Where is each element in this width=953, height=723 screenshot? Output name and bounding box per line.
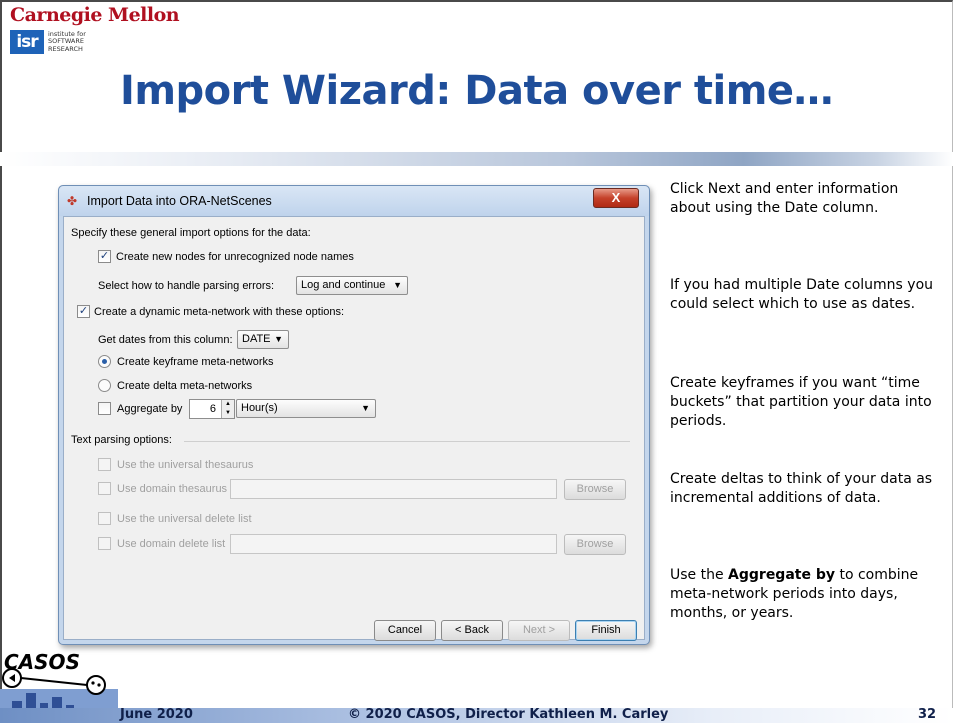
universal-thesaurus-checkbox[interactable] [98,458,111,471]
note-keyframes: Create keyframes if you want “time bucke… [670,375,932,429]
note-aggregate-bold: Aggregate by [728,567,835,583]
chevron-down-icon: ▼ [274,334,283,344]
finish-button[interactable]: Finish [575,620,637,641]
note-multiple-dates: If you had multiple Date columns you cou… [670,277,934,312]
delta-label: Create delta meta-networks [117,380,253,392]
domain-thesaurus-path-field[interactable] [230,479,557,499]
dialog-titlebar[interactable]: ✤ Import Data into ORA-NetScenes X [59,186,649,216]
browse-thesaurus-button[interactable]: Browse [564,479,626,500]
universal-delete-label: Use the universal delete list [117,513,252,525]
isr-logo-mark: isr [10,30,44,54]
cancel-button[interactable]: Cancel [374,620,436,641]
keyframe-label: Create keyframe meta-networks [117,356,274,368]
next-button[interactable]: Next > [508,620,570,641]
footer-copyright: © 2020 CASOS, Director Kathleen M. Carle… [348,707,669,722]
aggregate-label: Aggregate by [117,403,183,415]
aggregate-checkbox[interactable] [98,402,111,415]
aggregate-amount-value: 6 [209,403,216,415]
dynamic-network-label: Create a dynamic meta-network with these… [94,306,345,318]
note-deltas: Create deltas to think of your data as i… [670,471,933,506]
dates-column-select[interactable]: DATE ▼ [237,330,289,349]
aggregate-unit-select[interactable]: Hour(s) ▼ [236,399,376,418]
isr-logo-text: institute for SOFTWARE RESEARCH [48,30,86,53]
browse-delete-list-button[interactable]: Browse [564,534,626,555]
general-options-heading: Specify these general import options for… [71,227,311,239]
ora-app-icon: ✤ [67,194,78,208]
section-divider [184,441,630,442]
domain-delete-label: Use domain delete list [117,538,226,550]
isr-logo: isr institute for SOFTWARE RESEARCH [10,30,86,54]
parse-errors-label: Select how to handle parsing errors: [98,280,275,292]
parse-errors-value: Log and continue [301,279,386,291]
casos-logo-text: CASOS [4,650,80,674]
aggregate-amount-spinner[interactable]: 6 ▲ ▼ [189,399,235,419]
universal-thesaurus-label: Use the universal thesaurus [117,459,254,471]
dates-column-label: Get dates from this column: [98,334,233,346]
note-aggregate-prefix: Use the [670,567,729,583]
note-click-next: Click Next and enter information about u… [670,181,899,216]
radio-selected-dot [102,359,107,364]
text-parsing-heading: Text parsing options: [71,434,172,446]
parse-errors-select[interactable]: Log and continue ▼ [296,276,408,295]
import-dialog: ✤ Import Data into ORA-NetScenes X Speci… [58,185,650,645]
back-button[interactable]: < Back [441,620,503,641]
page-number: 32 [918,707,937,722]
chevron-down-icon: ▼ [361,403,370,413]
delta-radio[interactable] [98,379,111,392]
aggregate-unit-value: Hour(s) [241,402,278,414]
cmu-logo: Carnegie Mellon [10,4,180,26]
domain-thesaurus-label: Use domain thesaurus [117,483,228,495]
universal-delete-checkbox[interactable] [98,512,111,525]
domain-delete-checkbox[interactable] [98,537,111,550]
footer-date: June 2020 [120,707,193,722]
title-underline-bar [0,152,953,166]
close-button[interactable]: X [593,188,639,208]
chevron-down-icon: ▼ [393,280,402,290]
dates-column-value: DATE [242,333,271,345]
keyframe-radio[interactable] [98,355,111,368]
domain-thesaurus-checkbox[interactable] [98,482,111,495]
spinner-arrows-icon[interactable]: ▲ ▼ [221,400,234,418]
checkmark-icon: ✓ [78,305,89,317]
dialog-title: Import Data into ORA-NetScenes [87,194,272,208]
dynamic-network-checkbox[interactable]: ✓ [77,305,90,318]
create-nodes-checkbox[interactable]: ✓ [98,250,111,263]
note-aggregate: Use the Aggregate by to combine meta-net… [670,566,940,623]
checkmark-icon: ✓ [99,250,110,262]
domain-delete-path-field[interactable] [230,534,557,554]
slide-title: Import Wizard: Data over time… [119,68,834,114]
create-nodes-label: Create new nodes for unrecognized node n… [116,251,354,263]
dialog-body: Specify these general import options for… [63,216,645,641]
